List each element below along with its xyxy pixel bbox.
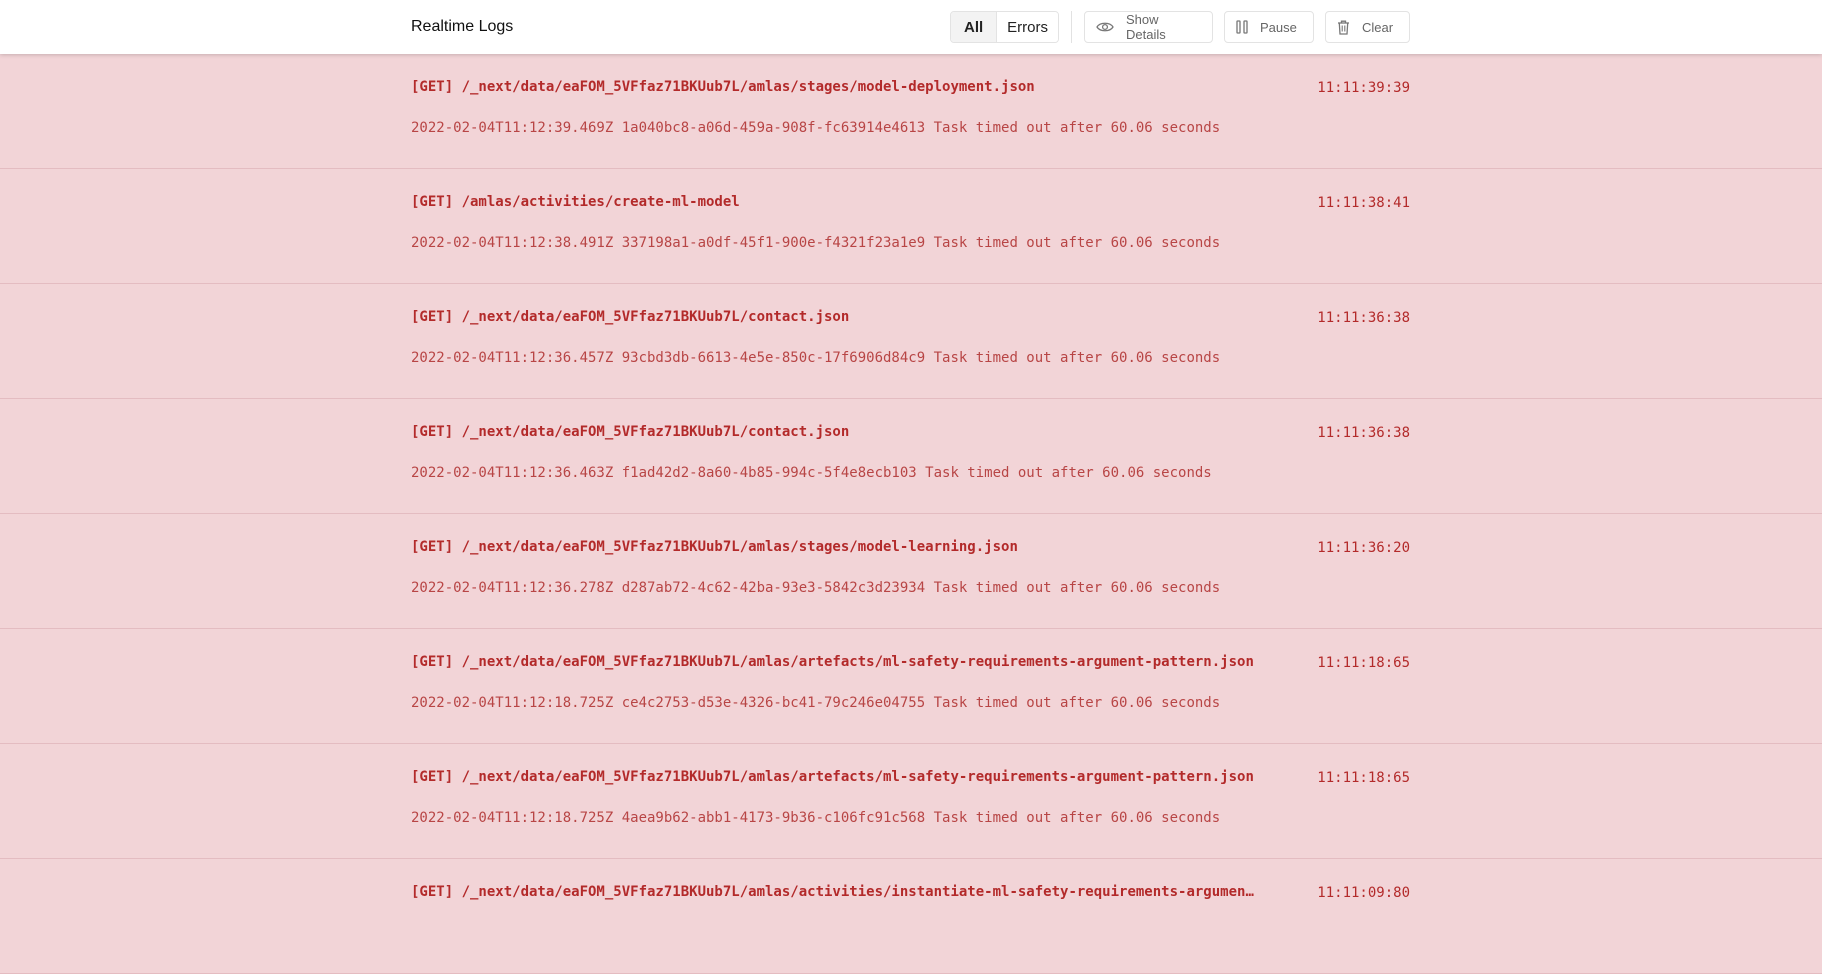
- pause-icon: [1236, 20, 1248, 34]
- log-message: 2022-02-04T11:12:18.725Z ce4c2753-d53e-4…: [411, 695, 1221, 711]
- log-entry-content: [GET] /_next/data/eaFOM_5VFfaz71BKUub7L/…: [411, 54, 1410, 169]
- log-message: 2022-02-04T11:12:36.463Z f1ad42d2-8a60-4…: [411, 465, 1212, 481]
- log-timestamp: 11:11:18:65: [1317, 770, 1410, 786]
- log-request-path: [GET] /_next/data/eaFOM_5VFfaz71BKUub7L/…: [411, 654, 1254, 670]
- log-timestamp: 11:11:36:20: [1317, 540, 1410, 556]
- log-timestamp: 11:11:18:65: [1317, 655, 1410, 671]
- log-message: 2022-02-04T11:12:38.491Z 337198a1-a0df-4…: [411, 235, 1221, 251]
- pause-label: Pause: [1260, 19, 1297, 35]
- trash-icon: [1337, 20, 1350, 35]
- log-timestamp: 11:11:39:39: [1317, 80, 1410, 96]
- log-timestamp: 11:11:36:38: [1317, 310, 1410, 326]
- log-entry-content: [GET] /_next/data/eaFOM_5VFfaz71BKUub7L/…: [411, 629, 1410, 744]
- log-entry-content: [GET] /_next/data/eaFOM_5VFfaz71BKUub7L/…: [411, 744, 1410, 859]
- log-timestamp: 11:11:09:80: [1317, 885, 1410, 901]
- log-message: 2022-02-04T11:12:39.469Z 1a040bc8-a06d-4…: [411, 120, 1221, 136]
- log-entry[interactable]: [GET] /amlas/activities/create-ml-model …: [0, 169, 1822, 284]
- log-request-path: [GET] /_next/data/eaFOM_5VFfaz71BKUub7L/…: [411, 424, 850, 440]
- log-entry-content: [GET] /_next/data/eaFOM_5VFfaz71BKUub7L/…: [411, 284, 1410, 399]
- log-request-path: [GET] /amlas/activities/create-ml-model: [411, 194, 740, 210]
- clear-label: Clear: [1362, 19, 1394, 35]
- log-filter-toggle: All Errors: [949, 11, 1059, 43]
- toolbar-divider: [1071, 11, 1072, 43]
- log-entry-content: [GET] /amlas/activities/create-ml-model …: [411, 169, 1410, 284]
- log-entry[interactable]: [GET] /_next/data/eaFOM_5VFfaz71BKUub7L/…: [0, 629, 1822, 744]
- filter-all-button[interactable]: All: [950, 12, 998, 42]
- log-timestamp: 11:11:38:41: [1317, 195, 1410, 211]
- log-request-path: [GET] /_next/data/eaFOM_5VFfaz71BKUub7L/…: [411, 79, 1035, 95]
- clear-button[interactable]: Clear: [1325, 11, 1410, 43]
- top-bar-content: Realtime Logs All Errors Show Details Pa…: [411, 0, 1410, 54]
- pause-button[interactable]: Pause: [1224, 11, 1314, 43]
- show-details-label: Show Details: [1126, 12, 1166, 42]
- log-entry-content: [GET] /_next/data/eaFOM_5VFfaz71BKUub7L/…: [411, 514, 1410, 629]
- show-details-button[interactable]: Show Details: [1084, 11, 1213, 43]
- log-entry[interactable]: [GET] /_next/data/eaFOM_5VFfaz71BKUub7L/…: [0, 54, 1822, 169]
- log-request-path: [GET] /_next/data/eaFOM_5VFfaz71BKUub7L/…: [411, 884, 1254, 900]
- log-message: 2022-02-04T11:12:36.457Z 93cbd3db-6613-4…: [411, 350, 1221, 366]
- log-entry[interactable]: [GET] /_next/data/eaFOM_5VFfaz71BKUub7L/…: [0, 514, 1822, 629]
- page-title: Realtime Logs: [411, 18, 514, 35]
- log-message: 2022-02-04T11:12:18.725Z 4aea9b62-abb1-4…: [411, 810, 1221, 826]
- eye-icon: [1096, 21, 1114, 33]
- log-entry[interactable]: [GET] /_next/data/eaFOM_5VFfaz71BKUub7L/…: [0, 284, 1822, 399]
- log-request-path: [GET] /_next/data/eaFOM_5VFfaz71BKUub7L/…: [411, 539, 1018, 555]
- log-entry[interactable]: [GET] /_next/data/eaFOM_5VFfaz71BKUub7L/…: [0, 399, 1822, 514]
- log-entry[interactable]: [GET] /_next/data/eaFOM_5VFfaz71BKUub7L/…: [0, 744, 1822, 859]
- log-request-path: [GET] /_next/data/eaFOM_5VFfaz71BKUub7L/…: [411, 309, 850, 325]
- filter-errors-button[interactable]: Errors: [997, 12, 1058, 42]
- top-bar: Realtime Logs All Errors Show Details Pa…: [0, 0, 1822, 54]
- log-list[interactable]: [GET] /_next/data/eaFOM_5VFfaz71BKUub7L/…: [0, 54, 1822, 974]
- log-message: 2022-02-04T11:12:36.278Z d287ab72-4c62-4…: [411, 580, 1221, 596]
- log-request-path: [GET] /_next/data/eaFOM_5VFfaz71BKUub7L/…: [411, 769, 1254, 785]
- log-timestamp: 11:11:36:38: [1317, 425, 1410, 441]
- log-entry-content: [GET] /_next/data/eaFOM_5VFfaz71BKUub7L/…: [411, 399, 1410, 514]
